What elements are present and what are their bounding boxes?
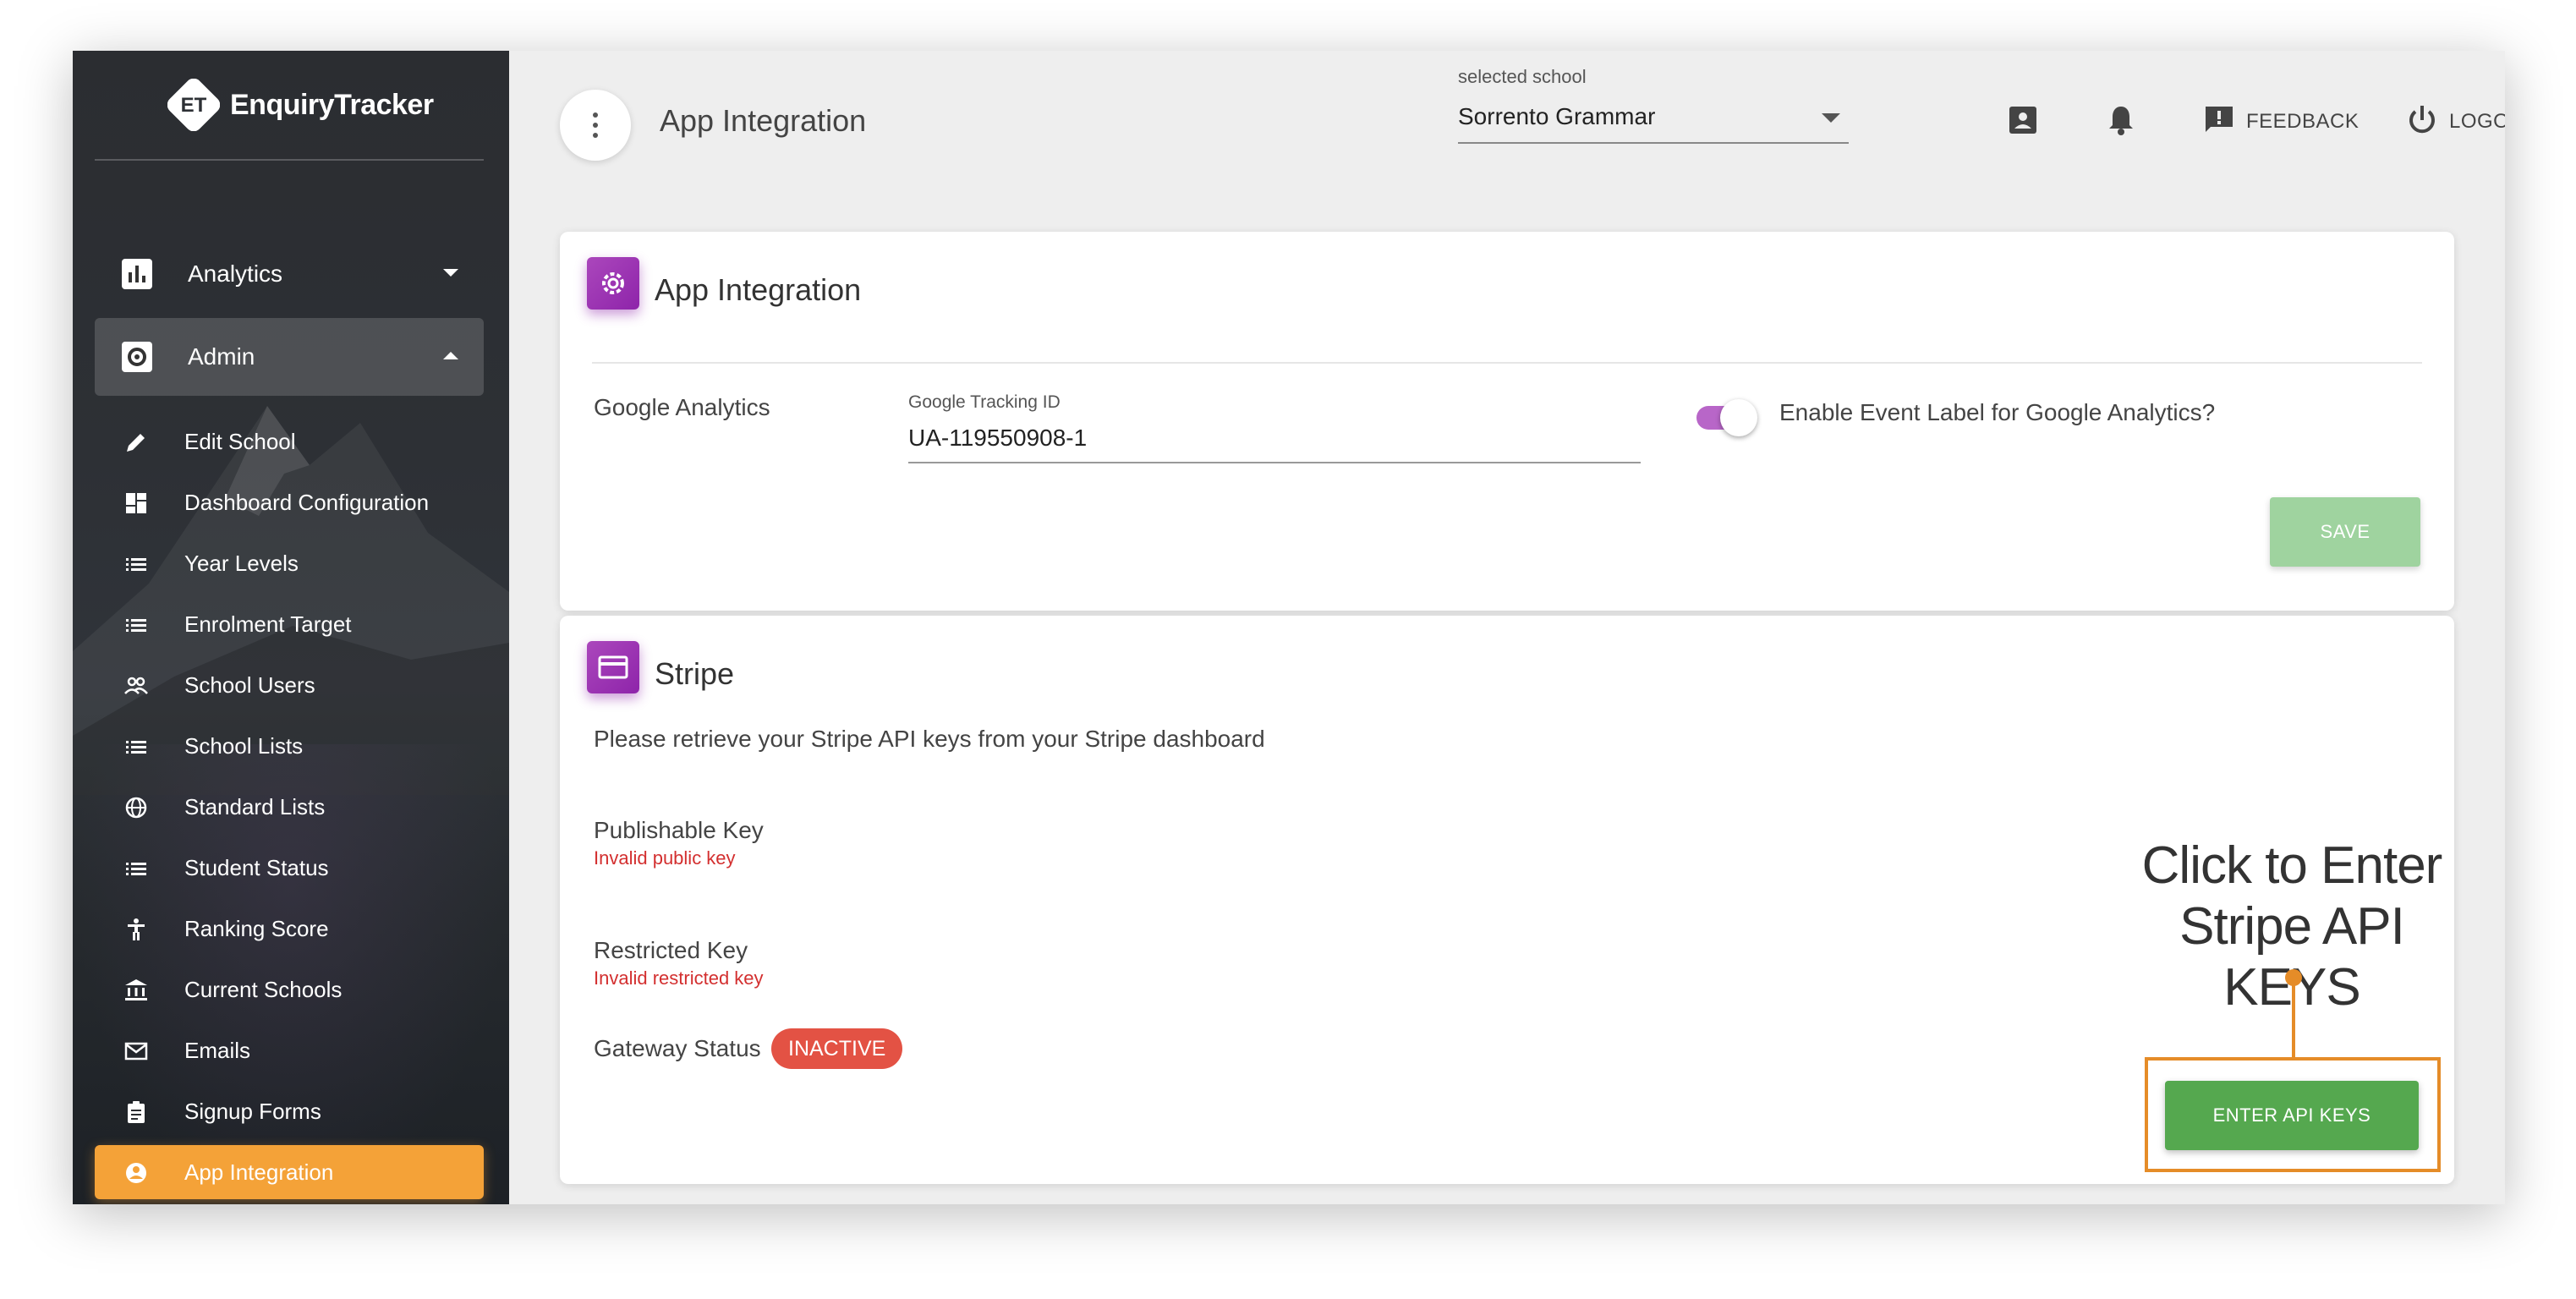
tracking-id-value: UA-119550908-1 [908,425,1088,451]
app-integration-card: App Integration Google Analytics Google … [560,232,2454,611]
bank-icon [125,979,147,1000]
feedback-icon[interactable] [2202,103,2236,137]
annotation-connector [2292,978,2295,1057]
bell-icon[interactable] [2104,103,2138,137]
logout-button[interactable]: LOGOUT [2449,110,2505,134]
school-select-label: selected school [1458,66,1587,87]
sidebar-item-standard-lists[interactable]: Standard Lists [95,780,484,834]
card-title: Stripe [655,656,735,691]
contact-card-icon[interactable] [2006,103,2040,137]
restricted-key-error: Invalid restricted key [594,967,764,989]
publishable-key-error: Invalid public key [594,847,736,869]
accessibility-icon [128,918,145,940]
restricted-key-label: Restricted Key [594,937,748,963]
clipboard-icon [128,1101,145,1123]
sidebar-item-signup-forms[interactable]: Signup Forms [95,1084,484,1138]
dropdown-arrow-icon [1822,113,1840,123]
sidebar-item-label: School Lists [184,732,304,759]
school-select[interactable]: Sorrento Grammar [1458,96,1849,144]
chevron-up-icon [443,352,458,359]
sidebar-item-label: Analytics [188,260,283,287]
more-vertical-button[interactable] [560,90,631,161]
power-icon[interactable] [2405,103,2439,137]
app-window: ET EnquiryTracker Analytics Admin Edit S… [73,51,2505,1204]
card-badge [587,257,639,310]
save-button[interactable]: SAVE [2270,497,2420,567]
pencil-icon [127,434,145,452]
tracking-id-label: Google Tracking ID [908,392,1061,412]
sidebar-item-label: Ranking Score [184,915,329,941]
feedback-button[interactable]: FEEDBACK [2246,110,2359,134]
sidebar-item-current-schools[interactable]: Current Schools [95,962,484,1017]
gateway-status-label: Gateway Status [594,1035,761,1061]
svg-text:ET: ET [181,94,207,117]
stripe-intro-text: Please retrieve your Stripe API keys fro… [594,726,1265,752]
card-title: App Integration [655,272,862,307]
sidebar-item-year-levels[interactable]: Year Levels [95,536,484,590]
sidebar-item-label: Student Status [184,854,329,880]
sidebar-item-label: Signup Forms [184,1098,321,1124]
list-icon [126,558,146,571]
publishable-key-label: Publishable Key [594,817,764,843]
sidebar-item-school-lists[interactable]: School Lists [95,719,484,773]
sidebar-item-label: Emails [184,1037,251,1063]
annotation-highlight-box [2145,1057,2441,1172]
brand-logo-icon: ET [167,78,221,132]
settings-box-icon [122,342,152,372]
page-title: App Integration [660,103,867,138]
sidebar-item-admin[interactable]: Admin [95,318,484,396]
sidebar-item-app-integration[interactable]: App Integration [95,1145,484,1199]
school-select-value: Sorrento Grammar [1458,103,1656,129]
sidebar: ET EnquiryTracker Analytics Admin Edit S… [73,51,509,1204]
sidebar-item-label: Year Levels [184,550,299,576]
chevron-down-icon [443,269,458,277]
sidebar-item-label: School Users [184,671,315,698]
sidebar-item-school-users[interactable]: School Users [95,658,484,712]
google-analytics-label: Google Analytics [594,394,770,420]
list-icon [126,863,146,875]
sidebar-item-analytics[interactable]: Analytics [95,235,484,313]
sidebar-item-dashboard-configuration[interactable]: Dashboard Configuration [95,475,484,529]
card-divider [592,362,2422,364]
toggle-knob [1720,399,1757,436]
list-icon [126,741,146,754]
sidebar-item-emails[interactable]: Emails [95,1023,484,1077]
globe-icon [125,797,147,819]
sidebar-divider [95,159,484,161]
dot [593,112,598,118]
annotation-line: Click to Enter [2141,836,2443,895]
sidebar-item-enrolment-target[interactable]: Enrolment Target [95,597,484,651]
event-label-toggle-label: Enable Event Label for Google Analytics? [1779,399,2216,425]
sidebar-item-student-status[interactable]: Student Status [95,841,484,895]
sidebar-item-ranking-score[interactable]: Ranking Score [95,902,484,956]
sidebar-item-label: Admin [188,343,255,370]
mail-icon [124,1042,148,1061]
top-bar: App Integration selected school Sorrento… [509,51,2505,195]
people-icon [124,677,148,694]
event-label-toggle[interactable] [1695,397,1757,438]
account-circle-icon [126,1163,146,1183]
credit-card-icon [598,655,628,679]
status-badge: INACTIVE [771,1028,903,1069]
dot [593,123,598,128]
card-badge [587,641,639,693]
tracking-id-input[interactable]: UA-119550908-1 [908,419,1641,463]
sidebar-item-edit-school[interactable]: Edit School [95,414,484,469]
gear-icon [602,272,624,294]
dashboard-icon [126,493,146,513]
sidebar-item-label: Edit School [184,428,296,454]
bar-chart-icon [122,259,152,289]
list-icon [126,619,146,632]
brand[interactable]: ET EnquiryTracker [167,78,434,132]
sidebar-item-label: Enrolment Target [184,611,352,637]
sidebar-item-label: Standard Lists [184,793,326,819]
dot [593,133,598,138]
brand-name: EnquiryTracker [230,88,434,121]
sidebar-item-label: Dashboard Configuration [184,489,430,515]
sidebar-item-label: App Integration [184,1159,334,1185]
sidebar-item-label: Current Schools [184,976,343,1002]
